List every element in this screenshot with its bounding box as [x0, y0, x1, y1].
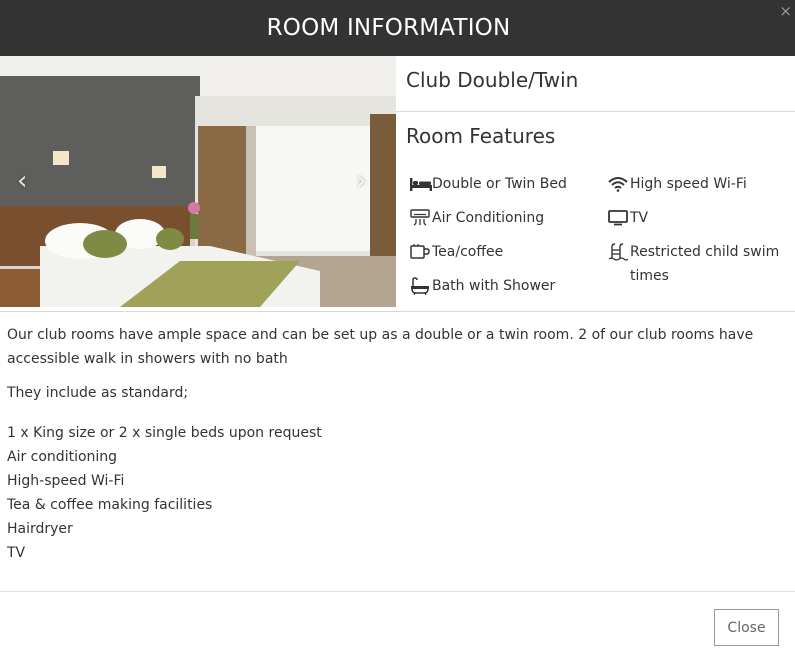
wifi-icon	[608, 172, 630, 196]
room-photo-carousel: ‹ ›	[0, 56, 396, 307]
bed-icon	[410, 172, 432, 196]
feature-item: Double or Twin Bed	[410, 172, 567, 196]
feature-label: Bath with Shower	[432, 278, 556, 294]
feature-item: Tea/coffee	[410, 240, 503, 264]
footer-divider	[0, 591, 795, 592]
modal-title: ROOM INFORMATION	[266, 15, 511, 41]
feature-item: High speed Wi-Fi	[608, 172, 747, 196]
feature-item: TV	[608, 206, 648, 230]
room-description: Our club rooms have ample space and can …	[7, 327, 754, 367]
feature-label: High speed Wi-Fi	[630, 176, 747, 192]
feature-label: Air Conditioning	[432, 210, 545, 226]
standard-intro: They include as standard;	[7, 385, 189, 401]
feature-item: Bath with Shower	[410, 274, 555, 298]
close-icon[interactable]: ×	[779, 4, 792, 19]
bath-icon	[410, 274, 432, 298]
list-item: Tea & coffee making facilities	[7, 497, 213, 513]
feature-item: Air Conditioning	[410, 206, 544, 230]
room-photo	[0, 56, 396, 307]
features-title: Room Features	[406, 124, 556, 148]
room-name: Club Double/Twin	[406, 68, 579, 92]
carousel-prev-button[interactable]: ‹	[17, 168, 27, 194]
feature-label: Double or Twin Bed	[432, 176, 567, 192]
pool-icon	[608, 240, 630, 264]
divider	[396, 111, 795, 112]
tv-icon	[608, 206, 630, 230]
feature-label: TV	[630, 210, 649, 226]
feature-label: Restricted child swim times	[630, 244, 780, 284]
standard-items-list: 1 x King size or 2 x single beds upon re…	[7, 421, 322, 565]
feature-item: Restricted child swim times	[608, 240, 795, 288]
list-item: Air conditioning	[7, 449, 118, 465]
carousel-next-button[interactable]: ›	[356, 168, 366, 194]
list-item: TV	[7, 545, 26, 561]
list-item: 1 x King size or 2 x single beds upon re…	[7, 425, 322, 441]
divider	[0, 311, 795, 312]
feature-label: Tea/coffee	[432, 244, 504, 260]
air-conditioning-icon	[410, 206, 432, 230]
close-button[interactable]: Close	[714, 609, 779, 646]
modal-header: ROOM INFORMATION	[0, 0, 795, 56]
list-item: High-speed Wi-Fi	[7, 473, 125, 489]
list-item: Hairdryer	[7, 521, 73, 537]
tea-coffee-icon	[410, 240, 432, 264]
